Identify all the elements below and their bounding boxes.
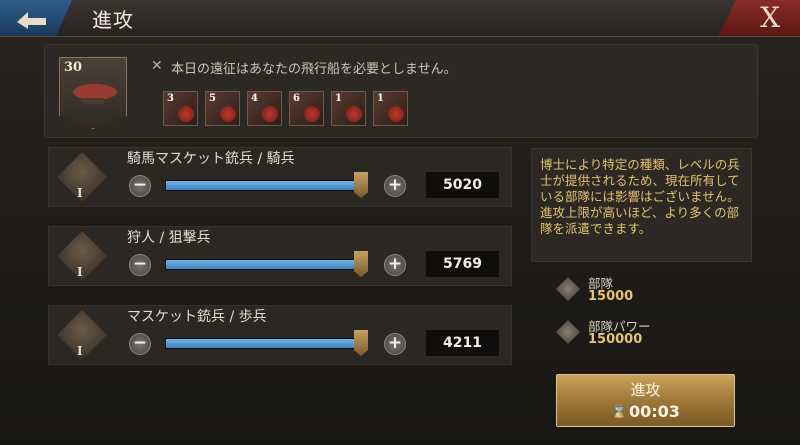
airship-panel: 30 ✕ 本日の遠征はあなたの飛行船を必要としません。 3 5 4 6 1 1: [44, 44, 758, 138]
troop-slider[interactable]: [165, 259, 367, 270]
close-button[interactable]: X: [718, 0, 800, 36]
unit-emblem-icon: [178, 106, 194, 122]
slider-handle[interactable]: [354, 330, 368, 356]
slider-fill: [166, 181, 362, 190]
unit-count: 6: [293, 93, 300, 104]
slider-handle[interactable]: [354, 251, 368, 277]
airship-unit-6[interactable]: 1: [373, 91, 408, 126]
troop-total-stat: 部隊 15000: [556, 273, 756, 309]
crossed-swords-icon: [556, 320, 580, 344]
airship-unit-5[interactable]: 1: [331, 91, 366, 126]
unit-count: 1: [377, 93, 384, 104]
troop-tier: I: [77, 344, 83, 358]
header-bar: 進攻 X: [0, 0, 800, 37]
back-button[interactable]: [0, 0, 72, 36]
decrease-button[interactable]: −: [129, 254, 151, 276]
info-text: 博士により特定の種類、レベルの兵士が提供されるため、現在所有している部隊には影響…: [540, 157, 740, 236]
slider-fill: [166, 339, 362, 348]
unit-emblem-icon: [262, 106, 278, 122]
troop-tier: I: [77, 265, 83, 279]
info-box: 博士により特定の種類、レベルの兵士が提供されるため、現在所有している部隊には影響…: [531, 148, 752, 262]
troop-name: 狩人 / 狙撃兵: [127, 230, 211, 246]
increase-button[interactable]: +: [384, 333, 406, 355]
airship-unit-2[interactable]: 5: [205, 91, 240, 126]
airship-unit-3[interactable]: 4: [247, 91, 282, 126]
unit-count: 3: [167, 93, 174, 104]
troop-power-stat: 部隊パワー 150000: [556, 316, 756, 352]
troop-slider[interactable]: [165, 338, 367, 349]
close-icon: X: [760, 1, 780, 34]
unit-count: 5: [209, 93, 216, 104]
troop-count-field[interactable]: 5769: [425, 250, 500, 278]
march-button[interactable]: 進攻 ⌛ 00:03: [556, 374, 735, 427]
increase-button[interactable]: +: [384, 175, 406, 197]
troop-count-field[interactable]: 4211: [425, 329, 500, 357]
unit-count: 1: [335, 93, 342, 104]
airship-message: 本日の遠征はあなたの飛行船を必要としません。: [171, 62, 457, 77]
airship-thumbnail[interactable]: 30: [59, 57, 127, 129]
crossed-muskets-icon: ✕: [151, 58, 163, 74]
unit-emblem-icon: [346, 106, 362, 122]
slider-handle[interactable]: [354, 172, 368, 198]
troop-slider[interactable]: [165, 180, 367, 191]
troop-count-field[interactable]: 5020: [425, 171, 500, 199]
page-title: 進攻: [92, 8, 134, 32]
troop-name: マスケット銃兵 / 歩兵: [127, 309, 267, 325]
unit-emblem-icon: [220, 106, 236, 122]
increase-button[interactable]: +: [384, 254, 406, 276]
slider-fill: [166, 260, 362, 269]
airship-level: 30: [64, 60, 83, 75]
unit-emblem-icon: [388, 106, 404, 122]
airship-unit-1[interactable]: 3: [163, 91, 198, 126]
hourglass-icon: ⌛: [611, 405, 628, 420]
troop-name: 騎馬マスケット銃兵 / 騎兵: [127, 151, 295, 167]
march-time: 00:03: [629, 402, 680, 421]
airship-unit-list: 3 5 4 6 1 1: [163, 91, 408, 126]
airship-unit-4[interactable]: 6: [289, 91, 324, 126]
decrease-button[interactable]: −: [129, 333, 151, 355]
troop-row-sniper: I 狩人 / 狙撃兵 − + 5769: [48, 226, 512, 286]
back-arrow-icon: [17, 12, 46, 29]
unit-emblem-icon: [304, 106, 320, 122]
stat-value: 15000: [588, 289, 634, 304]
march-label: 進攻: [630, 381, 661, 399]
troop-row-infantry: I マスケット銃兵 / 歩兵 − + 4211: [48, 305, 512, 365]
stat-value: 150000: [588, 332, 643, 347]
troop-helmet-icon: [556, 277, 580, 301]
unit-count: 4: [251, 93, 258, 104]
troop-tier: I: [77, 186, 83, 200]
decrease-button[interactable]: −: [129, 175, 151, 197]
troop-row-cavalry: I 騎馬マスケット銃兵 / 騎兵 − + 5020: [48, 147, 512, 207]
